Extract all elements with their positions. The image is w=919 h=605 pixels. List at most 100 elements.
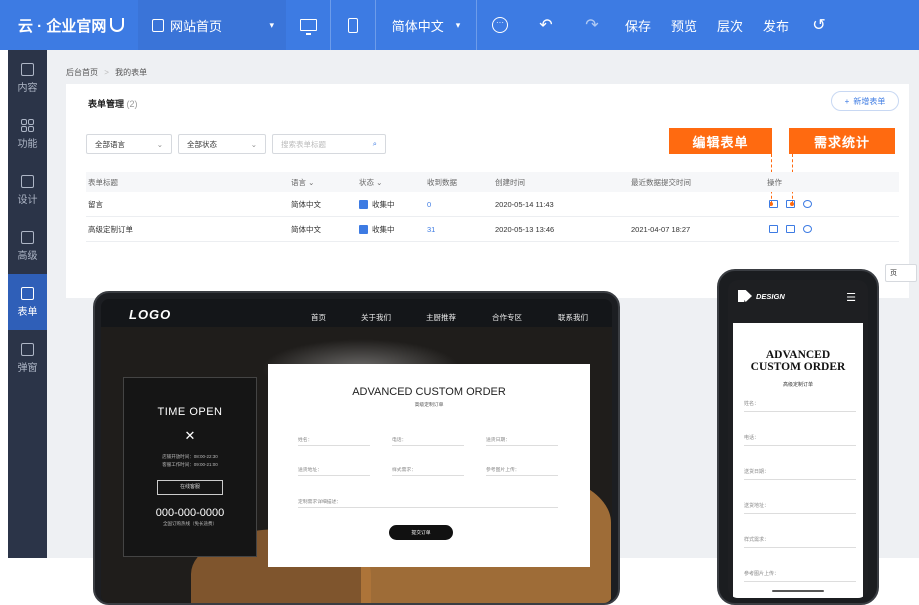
nav-item-chef[interactable]: 主厨推荐 xyxy=(426,312,456,323)
col-title: 表单标题 xyxy=(88,177,118,187)
field-label: 送货地址 xyxy=(298,468,318,473)
image-upload-field[interactable]: 参考图片上传： xyxy=(486,466,558,476)
more-icon[interactable] xyxy=(803,200,812,208)
nav-item-contact[interactable]: 联系我们 xyxy=(558,312,588,323)
left-sidebar: 内容 功能 设计 高级 表单 弹窗 xyxy=(8,50,47,558)
site-logo[interactable]: LOGO xyxy=(129,307,171,322)
hamburger-menu-icon[interactable]: ☰ xyxy=(846,291,856,304)
table-header: 表单标题 语言 ⌄ 状态 ⌄ 收到数据 创建时间 最近数据提交时间 操作 xyxy=(86,172,899,192)
sidebar-item-label: 内容 xyxy=(17,82,38,94)
field-label: 样式需求 xyxy=(744,537,765,543)
custom-order-form: ADVANCED CUSTOM ORDER 高级定制订单 姓名： 电话： 送货日… xyxy=(268,364,590,567)
delivery-address-field[interactable]: 送货地址： xyxy=(298,466,370,476)
form-management-panel: 表单管理 (2) + 新增表单 全部语言 ⌄ 全部状态 ⌄ 搜索表单标题 ⌕ 编… xyxy=(66,84,909,311)
page-icon xyxy=(152,18,164,32)
mobile-view-button[interactable] xyxy=(331,0,375,50)
row-title: 留言 xyxy=(88,199,103,209)
nav-item-partner[interactable]: 合作专区 xyxy=(492,312,522,323)
sidebar-item-design[interactable]: 设计 xyxy=(8,162,47,218)
sidebar-item-label: 功能 xyxy=(17,138,38,150)
language-select[interactable]: 简体中文 ▾ xyxy=(376,0,476,50)
stats-icon[interactable] xyxy=(786,225,795,233)
nav-item-home[interactable]: 首页 xyxy=(311,312,326,323)
chevron-down-icon: ▾ xyxy=(455,19,461,30)
hotline-note: 全国订购热线（免长途费） xyxy=(163,521,217,526)
document-icon xyxy=(21,62,34,76)
col-language[interactable]: 语言 ⌄ xyxy=(291,172,314,192)
edit-form-callout: 编辑表单 xyxy=(669,128,772,154)
add-form-button[interactable]: + 新增表单 xyxy=(831,91,899,111)
table-row: 留言 简体中文 收集中 0 2020-05-14 11:43 xyxy=(86,192,899,217)
sidebar-item-content[interactable]: 内容 xyxy=(8,50,47,106)
save-button[interactable]: 保存 xyxy=(615,0,661,50)
style-field[interactable]: 样式需求： xyxy=(392,466,464,476)
desktop-view-button[interactable] xyxy=(286,0,330,50)
phone-mockup: DESIGN ☰ ADVANCED CUSTOM ORDER 高级定制订单 姓名… xyxy=(717,269,879,605)
style-field[interactable]: 样式需求： xyxy=(744,536,856,548)
image-upload-field[interactable]: 参考图片上传： xyxy=(744,570,856,582)
edit-icon[interactable] xyxy=(769,225,778,233)
sidebar-item-popup[interactable]: 弹窗 xyxy=(8,330,47,386)
search-input[interactable]: 搜索表单标题 ⌕ xyxy=(272,134,386,154)
sidebar-item-label: 设计 xyxy=(17,194,38,206)
brand-logo[interactable]: 云 · 企业官网 xyxy=(0,0,138,50)
edit-icon[interactable] xyxy=(769,200,778,208)
phone-logo[interactable]: DESIGN xyxy=(756,292,785,301)
field-label: 参考图片上传 xyxy=(744,571,775,577)
delivery-date-field[interactable]: 送货日期： xyxy=(486,436,558,446)
name-field[interactable]: 姓名： xyxy=(298,436,370,446)
breadcrumb-home[interactable]: 后台首页 xyxy=(66,68,98,77)
online-service-button[interactable]: 在线客服 xyxy=(157,480,223,495)
phone-form-title-line1: ADVANCED xyxy=(765,349,831,361)
status-filter[interactable]: 全部状态 ⌄ xyxy=(178,134,266,154)
phone-screen: DESIGN ☰ ADVANCED CUSTOM ORDER 高级定制订单 姓名… xyxy=(728,280,868,598)
undo-arrow-icon xyxy=(110,18,125,32)
col-status[interactable]: 状态 ⌄ xyxy=(359,172,382,192)
layers-button[interactable]: 层次 xyxy=(707,0,753,50)
sidebar-item-advanced[interactable]: 高级 xyxy=(8,218,47,274)
phone-form-subtitle: 高级定制订单 xyxy=(782,382,813,388)
field-label: 样式需求 xyxy=(392,468,412,473)
nav-item-about[interactable]: 关于我们 xyxy=(361,312,391,323)
row-created: 2020-05-13 13:46 xyxy=(495,224,555,234)
tablet-mockup: LOGO 首页 关于我们 主厨推荐 合作专区 联系我们 TIME OPEN ✕ … xyxy=(93,291,620,605)
history-button[interactable]: ↺ xyxy=(799,0,839,50)
redo-button[interactable]: ↷ xyxy=(569,0,615,50)
phone-field[interactable]: 电话： xyxy=(392,436,464,446)
row-status: 收集中 xyxy=(359,192,395,216)
preview-button[interactable]: 预览 xyxy=(661,0,707,50)
breadcrumb-current: 我的表单 xyxy=(115,68,148,77)
demand-stats-callout: 需求统计 xyxy=(789,128,895,154)
phone-order-form: ADVANCED CUSTOM ORDER 高级定制订单 姓名： 电话： 送货日… xyxy=(733,323,863,598)
phone-form-title-line2: CUSTOM ORDER xyxy=(750,361,846,373)
col-received: 收到数据 xyxy=(427,177,457,187)
publish-button[interactable]: 发布 xyxy=(753,0,799,50)
history-icon: ↺ xyxy=(812,17,826,34)
delivery-date-field[interactable]: 送货日期： xyxy=(744,468,856,480)
field-label: 送货日期 xyxy=(486,438,506,443)
site-page-select[interactable]: 网站首页 ▾ xyxy=(138,0,286,50)
undo-icon: ↶ xyxy=(539,17,553,34)
utensils-icon: ✕ xyxy=(184,428,196,443)
field-label: 电话 xyxy=(392,438,402,443)
name-field[interactable]: 姓名： xyxy=(744,400,856,412)
details-field[interactable]: 定制需求详细描述： xyxy=(298,498,558,508)
stats-icon[interactable] xyxy=(786,200,795,208)
row-received[interactable]: 31 xyxy=(427,217,435,241)
phone-field[interactable]: 电话： xyxy=(744,434,856,446)
sidebar-item-forms[interactable]: 表单 xyxy=(8,274,47,330)
more-icon[interactable] xyxy=(803,225,812,233)
delivery-address-field[interactable]: 送货地址： xyxy=(744,502,856,514)
submit-order-button[interactable]: 提交订单 xyxy=(389,525,453,540)
language-filter[interactable]: 全部语言 ⌄ xyxy=(86,134,172,154)
undo-button[interactable]: ↶ xyxy=(523,0,569,50)
chevron-down-icon: ⌄ xyxy=(156,139,163,149)
tablet-site-nav: LOGO 首页 关于我们 主厨推荐 合作专区 联系我们 xyxy=(101,299,612,333)
more-button[interactable]: ··· xyxy=(477,0,523,50)
col-actions: 操作 xyxy=(767,177,782,187)
sidebar-item-modules[interactable]: 功能 xyxy=(8,106,47,162)
chevron-down-icon: ▾ xyxy=(269,19,274,30)
row-received[interactable]: 0 xyxy=(427,192,431,216)
brand-name: 云 · 企业官网 xyxy=(18,17,107,35)
field-label: 电话 xyxy=(744,435,755,441)
